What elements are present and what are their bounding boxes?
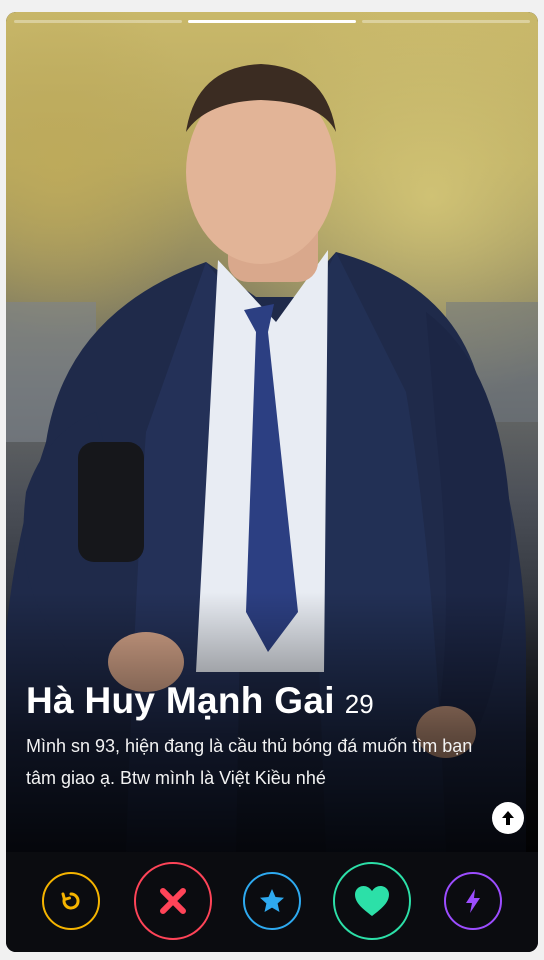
boost-button[interactable] [444,872,502,930]
close-icon [160,888,186,914]
profile-age: 29 [344,689,374,719]
super-like-button[interactable] [243,872,301,930]
lightning-icon [466,889,480,913]
nope-button[interactable] [134,862,212,940]
profile-card[interactable]: Hà Huy Mạnh Gai 29 Mình sn 93, hiện đang… [6,12,538,952]
profile-bio: Mình sn 93, hiện đang là cầu thủ bóng đá… [26,736,473,788]
rewind-button[interactable] [42,872,100,930]
profile-name: Hà Huy Mạnh Gai [26,680,335,721]
photo-progress-bar [14,20,530,24]
profile-info: Hà Huy Mạnh Gai 29 Mình sn 93, hiện đang… [26,680,496,794]
like-button[interactable] [333,862,411,940]
rewind-icon [61,892,80,910]
arrow-up-icon [502,811,514,825]
photo-indicator-active[interactable] [188,20,356,23]
photo-indicator[interactable] [362,20,530,23]
star-icon [260,889,284,912]
photo-indicator[interactable] [14,20,182,23]
info-button[interactable] [492,802,524,834]
heart-icon [355,886,389,916]
action-bar [6,852,538,952]
